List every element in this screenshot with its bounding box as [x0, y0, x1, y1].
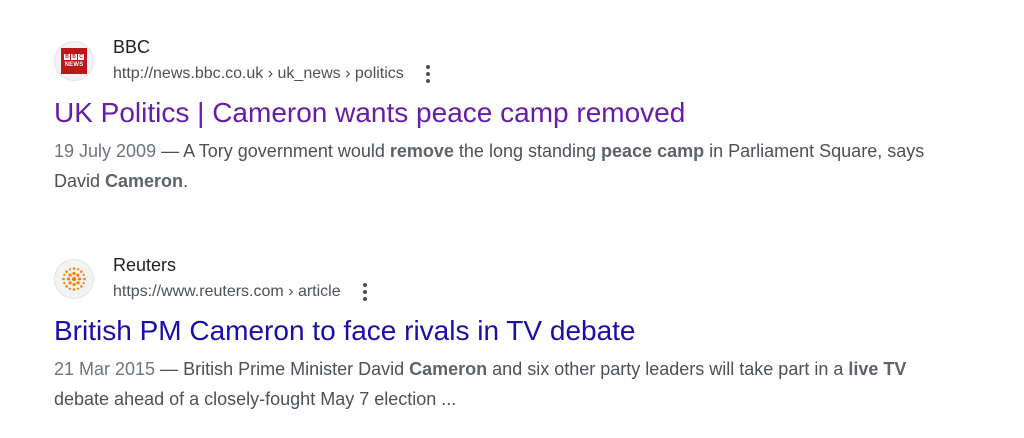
snippet-text: debate ahead of a closely-fought May 7 e… [54, 389, 457, 409]
more-options-icon[interactable] [420, 63, 436, 85]
more-options-icon[interactable] [357, 281, 373, 303]
search-result: B B C NEWS BBC http://news.bbc.co.uk › u… [54, 36, 954, 196]
snippet-date: 19 July 2009 [54, 141, 157, 161]
snippet-separator: — [156, 141, 184, 161]
result-source[interactable]: B B C NEWS BBC http://news.bbc.co.uk › u… [54, 36, 954, 92]
bbc-logo: B B C NEWS [61, 48, 87, 74]
snippet-text: the long standing [453, 141, 602, 161]
snippet-date: 21 Mar 2015 [54, 359, 156, 379]
search-results-page: B B C NEWS BBC http://news.bbc.co.uk › u… [0, 0, 1024, 438]
logo-letter: C [78, 54, 84, 60]
search-result: Reuters https://www.reuters.com › articl… [54, 254, 954, 414]
bbc-news-icon: B B C NEWS [54, 41, 94, 81]
snippet-highlight: peace camp [601, 141, 705, 161]
result-snippet: 19 July 2009 — A Tory government would r… [54, 136, 954, 196]
snippet-highlight: Cameron [409, 359, 488, 379]
result-source[interactable]: Reuters https://www.reuters.com › articl… [54, 254, 954, 310]
snippet-text: British Prime Minister David [183, 359, 410, 379]
site-name: BBC [113, 37, 151, 57]
result-snippet: 21 Mar 2015 — British Prime Minister Dav… [54, 354, 954, 414]
snippet-text: A Tory government would [183, 141, 390, 161]
snippet-separator: — [155, 359, 184, 379]
snippet-highlight: Cameron [105, 171, 184, 191]
result-title-link[interactable]: British PM Cameron to face rivals in TV … [54, 314, 954, 348]
reuters-icon [54, 259, 94, 299]
result-url: http://news.bbc.co.uk › uk_news › politi… [113, 65, 404, 82]
snippet-highlight: remove [389, 141, 454, 161]
site-name: Reuters [113, 255, 177, 275]
reuters-logo [62, 267, 86, 291]
result-url: https://www.reuters.com › article [113, 283, 341, 300]
snippet-text: . [183, 171, 189, 191]
logo-subtext: NEWS [64, 62, 84, 68]
snippet-text: and six other party leaders will take pa… [487, 359, 849, 379]
snippet-highlight: live TV [848, 359, 907, 379]
logo-letter: B [64, 54, 70, 60]
logo-letter: B [71, 54, 77, 60]
result-title-link[interactable]: UK Politics | Cameron wants peace camp r… [54, 96, 954, 130]
